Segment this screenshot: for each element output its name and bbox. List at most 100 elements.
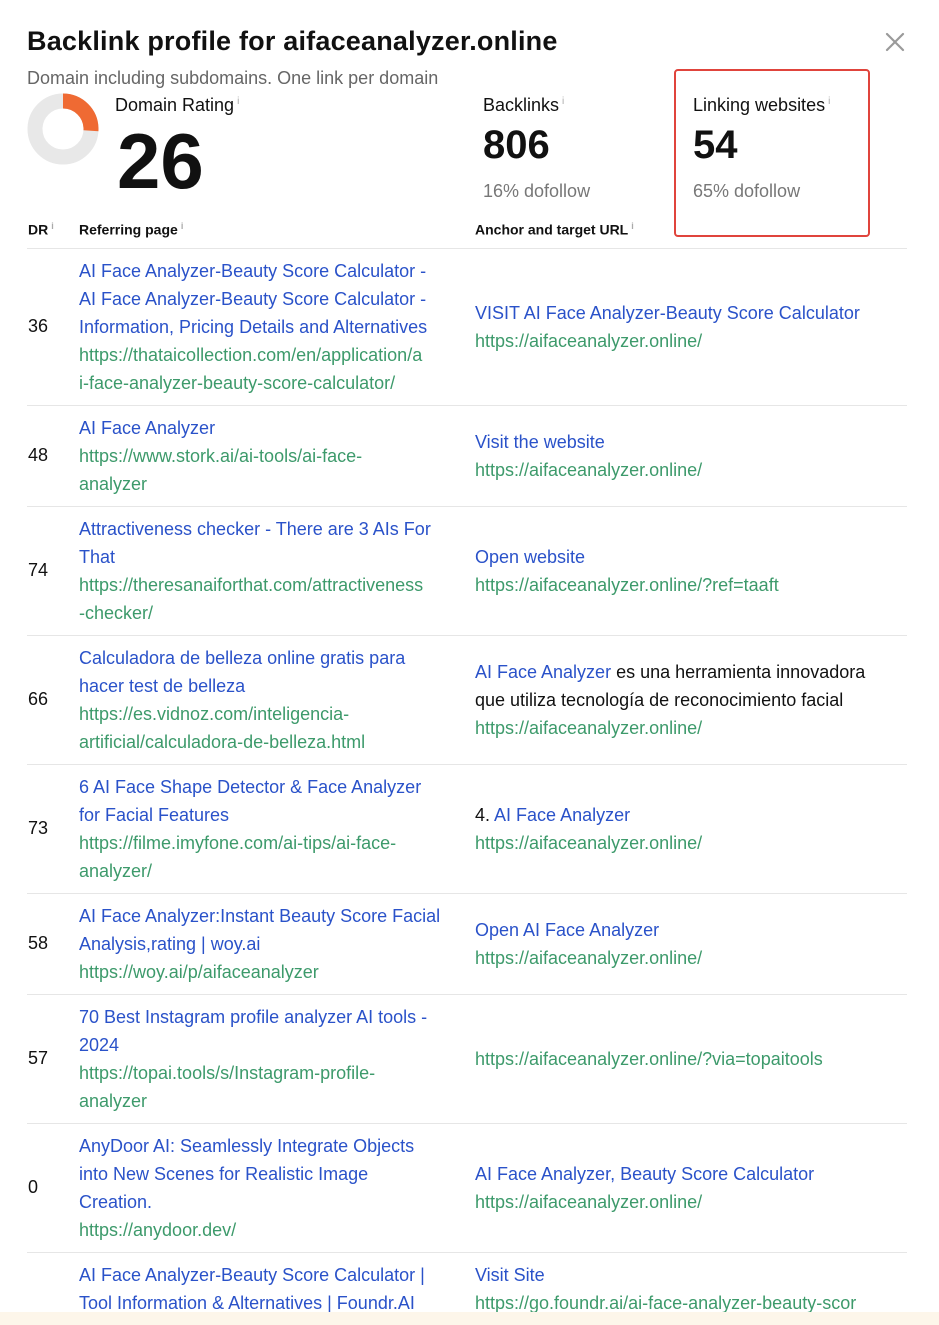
table-row: 74 Attractiveness checker - There are 3 A… [27, 507, 907, 636]
referring-page: 6 AI Face Shape Detector & Face Analyzer… [79, 773, 464, 885]
info-icon[interactable]: i [631, 221, 634, 231]
anchor-and-target: Visit Site https://go.foundr.ai/ai-face-a… [475, 1261, 907, 1312]
referring-page-title[interactable]: Analysis,rating | woy.ai [79, 930, 464, 958]
backlink-profile-modal: Backlink profile for aifaceanalyzer.onli… [0, 0, 939, 1312]
referring-page-title[interactable]: for Facial Features [79, 801, 464, 829]
target-url[interactable]: https://aifaceanalyzer.online/ [475, 1188, 907, 1216]
target-url[interactable]: https://go.foundr.ai/ai-face-analyzer-be… [475, 1289, 907, 1312]
anchor-and-target: https://aifaceanalyzer.online/?via=topai… [475, 1045, 907, 1073]
column-header-dr-text: DR [28, 221, 49, 238]
referring-page-url[interactable]: analyzer [79, 1087, 464, 1115]
referring-page-url[interactable]: analyzer/ [79, 857, 464, 885]
referring-page-title[interactable]: 6 AI Face Shape Detector & Face Analyzer [79, 773, 464, 801]
table-row: 48 AI Face Analyzer https://www.stork.ai/a… [27, 406, 907, 507]
linking-websites-label-text: Linking websites [693, 95, 826, 115]
anchor-link[interactable]: Visit Site [475, 1265, 545, 1285]
anchor-link[interactable]: VISIT AI Face Analyzer-Beauty Score Calc… [475, 303, 860, 323]
target-url[interactable]: https://aifaceanalyzer.online/ [475, 714, 907, 742]
referring-page-title[interactable]: Creation. [79, 1188, 464, 1216]
referring-page-url[interactable]: https://theresanaiforthat.com/attractive… [79, 571, 464, 599]
anchor-line: Visit Site [475, 1261, 907, 1289]
anchor-link[interactable]: AI Face Analyzer, Beauty Score Calculato… [475, 1164, 814, 1184]
backlinks-label: Backlinks i [483, 95, 564, 116]
row-dr: 73 [28, 818, 49, 838]
modal-title: Backlink profile for aifaceanalyzer.onli… [27, 26, 558, 56]
column-header-dr[interactable]: DR i [28, 221, 54, 238]
referring-page-title[interactable]: AI Face Analyzer [79, 414, 464, 442]
anchor-link[interactable]: AI Face Analyzer [475, 662, 611, 682]
referring-page-title[interactable]: AI Face Analyzer-Beauty Score Calculator… [79, 257, 464, 285]
referring-page-url[interactable]: -checker/ [79, 599, 464, 627]
referring-page: AI Face Analyzer-Beauty Score Calculator… [79, 1261, 464, 1312]
anchor-link[interactable]: Open AI Face Analyzer [475, 920, 659, 940]
close-icon[interactable] [883, 30, 907, 54]
row-dr: 74 [28, 560, 49, 580]
anchor-and-target: Visit the website https://aifaceanalyzer.… [475, 428, 907, 484]
info-icon[interactable]: i [181, 221, 184, 231]
anchor-and-target: VISIT AI Face Analyzer-Beauty Score Calc… [475, 299, 907, 355]
domain-rating-label: Domain Rating i [115, 95, 239, 116]
info-icon[interactable]: i [237, 96, 239, 107]
referring-page: Calculadora de belleza online gratis par… [79, 644, 464, 756]
referring-page-title[interactable]: 2024 [79, 1031, 464, 1059]
info-icon[interactable]: i [828, 96, 830, 107]
referring-page-url[interactable]: https://www.stork.ai/ai-tools/ai-face- [79, 442, 464, 470]
referring-page: AI Face Analyzer https://www.stork.ai/ai-… [79, 414, 464, 498]
referring-page-url[interactable]: https://filme.imyfone.com/ai-tips/ai-fac… [79, 829, 464, 857]
referring-page-url[interactable]: https://topai.tools/s/Instagram-profile- [79, 1059, 464, 1087]
anchor-link[interactable]: AI Face Analyzer [494, 805, 630, 825]
table-row: 73 6 AI Face Shape Detector & Face Analyz… [27, 765, 907, 894]
column-header-anchor-text: Anchor and target URL [475, 221, 629, 238]
anchor-and-target: AI Face Analyzer, Beauty Score Calculato… [475, 1160, 907, 1216]
backlinks-label-text: Backlinks [483, 95, 560, 115]
row-dr: 0 [28, 1177, 39, 1197]
referring-page-url[interactable]: i-face-analyzer-beauty-score-calculator/ [79, 369, 464, 397]
referring-page: AnyDoor AI: Seamlessly Integrate Objects… [79, 1132, 464, 1244]
anchor-and-target: 4. AI Face Analyzer https://aifaceanalyze… [475, 801, 907, 857]
column-header-referring-page[interactable]: Referring page i [79, 221, 183, 238]
anchor-link[interactable]: Visit the website [475, 432, 605, 452]
referring-page-title[interactable]: Calculadora de belleza online gratis par… [79, 644, 464, 672]
referring-page-url[interactable]: https://woy.ai/p/aifaceanalyzer [79, 958, 464, 986]
referring-page-title[interactable]: AI Face Analyzer-Beauty Score Calculator… [79, 285, 464, 313]
target-url[interactable]: https://aifaceanalyzer.online/ [475, 944, 907, 972]
referring-page: AI Face Analyzer-Beauty Score Calculator… [79, 257, 464, 397]
referring-page-title[interactable]: 70 Best Instagram profile analyzer AI to… [79, 1003, 464, 1031]
anchor-and-target: AI Face Analyzer es una herramienta inno… [475, 658, 907, 742]
referring-page-url[interactable]: https://thataicollection.com/en/applicat… [79, 341, 464, 369]
target-url[interactable]: https://aifaceanalyzer.online/?ref=taaft [475, 571, 907, 599]
referring-page-title[interactable]: That [79, 543, 464, 571]
target-url[interactable]: https://aifaceanalyzer.online/ [475, 456, 907, 484]
info-icon[interactable]: i [562, 96, 564, 107]
referring-page-title[interactable]: Tool Information & Alternatives | Foundr… [79, 1289, 464, 1312]
referring-page-title[interactable]: AI Face Analyzer:Instant Beauty Score Fa… [79, 902, 464, 930]
referring-page-title[interactable]: hacer test de belleza [79, 672, 464, 700]
referring-page-title[interactable]: AnyDoor AI: Seamlessly Integrate Objects [79, 1132, 464, 1160]
anchor-line: Visit the website [475, 428, 907, 456]
referring-page-url[interactable]: artificial/calculadora-de-belleza.html [79, 728, 464, 756]
anchor-and-target: Open AI Face Analyzer https://aifaceanaly… [475, 916, 907, 972]
anchor-text: es una herramienta innovadora [611, 662, 866, 682]
column-header-anchor[interactable]: Anchor and target URL i [475, 221, 634, 238]
referring-page-url[interactable]: https://es.vidnoz.com/inteligencia- [79, 700, 464, 728]
bottom-strip [0, 1312, 939, 1325]
info-icon[interactable]: i [51, 221, 54, 231]
referring-page-title[interactable]: AI Face Analyzer-Beauty Score Calculator… [79, 1261, 464, 1289]
target-url[interactable]: https://aifaceanalyzer.online/?via=topai… [475, 1045, 907, 1073]
referring-page-url[interactable]: https://anydoor.dev/ [79, 1216, 464, 1244]
anchor-link[interactable]: Open website [475, 547, 585, 567]
row-dr: 48 [28, 445, 49, 465]
referring-page: 70 Best Instagram profile analyzer AI to… [79, 1003, 464, 1115]
referring-page-title[interactable]: Attractiveness checker - There are 3 AIs… [79, 515, 464, 543]
row-dr: 58 [28, 933, 49, 953]
referring-page-url[interactable]: analyzer [79, 470, 464, 498]
referring-page: Attractiveness checker - There are 3 AIs… [79, 515, 464, 627]
referring-page-title[interactable]: Information, Pricing Details and Alterna… [79, 313, 464, 341]
referring-page-title[interactable]: into New Scenes for Realistic Image [79, 1160, 464, 1188]
target-url[interactable]: https://aifaceanalyzer.online/ [475, 829, 907, 857]
table-row: AI Face Analyzer-Beauty Score Calculator… [27, 1253, 907, 1312]
row-dr: 36 [28, 316, 49, 336]
anchor-line: 4. AI Face Analyzer [475, 801, 907, 829]
target-url[interactable]: https://aifaceanalyzer.online/ [475, 327, 907, 355]
backlinks-dofollow: 16% dofollow [483, 181, 591, 201]
